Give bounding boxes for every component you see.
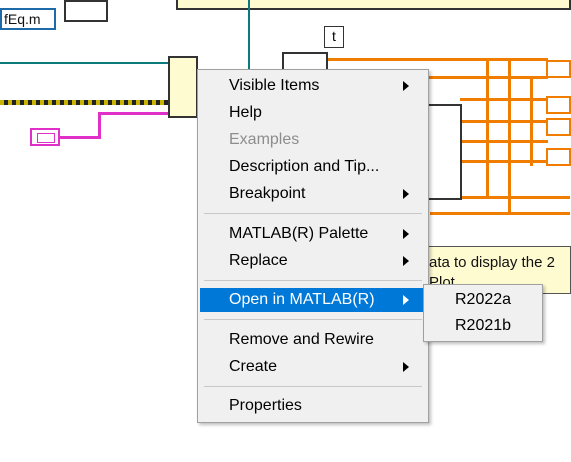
t-terminal-label[interactable]: t: [324, 26, 344, 48]
top-comment-label[interactable]: [176, 0, 571, 10]
menu-item-label: Visible Items: [229, 77, 320, 94]
orange-wire[interactable]: [430, 212, 570, 215]
submenu-item-r2022a[interactable]: R2022a: [426, 288, 540, 312]
context-menu: Visible Items Help Examples Description …: [197, 69, 429, 423]
menu-item-examples[interactable]: Examples: [200, 128, 426, 152]
bundle-node[interactable]: [426, 104, 462, 200]
cluster-wire[interactable]: [0, 100, 170, 105]
submenu-item-r2021b[interactable]: R2021b: [426, 314, 540, 338]
menu-item-breakpoint[interactable]: Breakpoint: [200, 182, 426, 206]
menu-separator: [204, 386, 422, 387]
menu-item-visible-items[interactable]: Visible Items: [200, 74, 426, 98]
submenu-item-label: R2022a: [455, 291, 512, 308]
pink-wire-top[interactable]: [98, 112, 170, 115]
menu-item-properties[interactable]: Properties: [200, 394, 426, 418]
menu-item-label: Properties: [229, 397, 302, 414]
orange-wire-vertical[interactable]: [486, 58, 489, 198]
menu-item-matlab-palette[interactable]: MATLAB(R) Palette: [200, 222, 426, 246]
comment-line-1: ata to display the 2: [429, 254, 555, 271]
matlab-script-node[interactable]: [168, 56, 198, 118]
submenu-arrow-icon: [403, 81, 409, 91]
orange-wire[interactable]: [460, 98, 548, 101]
menu-item-remove-and-rewire[interactable]: Remove and Rewire: [200, 328, 426, 352]
indicator-terminal[interactable]: [546, 118, 571, 136]
menu-item-label: Remove and Rewire: [229, 331, 374, 348]
orange-wire-vertical[interactable]: [530, 76, 533, 166]
menu-item-label: MATLAB(R) Palette: [229, 225, 369, 242]
menu-item-description-and-tip[interactable]: Description and Tip...: [200, 155, 426, 179]
menu-item-label: Description and Tip...: [229, 158, 380, 175]
teal-wire-vertical[interactable]: [248, 0, 250, 76]
indicator-terminal[interactable]: [546, 60, 571, 78]
submenu-item-label: R2021b: [455, 317, 512, 334]
submenu-arrow-icon: [403, 229, 409, 239]
menu-item-label: Replace: [229, 252, 288, 269]
menu-item-label: Examples: [229, 131, 300, 148]
filename-constant[interactable]: fEq.m: [0, 8, 56, 30]
matlab-version-submenu: R2022a R2021b: [423, 284, 543, 342]
pink-constant[interactable]: [30, 128, 60, 146]
menu-item-label: Help: [229, 104, 262, 121]
pink-wire-vertical[interactable]: [98, 112, 101, 139]
orange-wire-vertical[interactable]: [508, 58, 511, 214]
submenu-arrow-icon: [403, 189, 409, 199]
submenu-arrow-icon: [403, 295, 409, 305]
orange-wire[interactable]: [460, 160, 548, 163]
orange-wire[interactable]: [460, 140, 548, 143]
menu-item-replace[interactable]: Replace: [200, 249, 426, 273]
pink-wire[interactable]: [60, 136, 100, 139]
menu-item-label: Breakpoint: [229, 185, 306, 202]
indicator-terminal[interactable]: [546, 148, 571, 166]
indicator-terminal[interactable]: [546, 96, 571, 114]
menu-item-open-in-matlab[interactable]: Open in MATLAB(R): [200, 288, 426, 312]
top-left-node[interactable]: [64, 0, 108, 22]
teal-wire[interactable]: [0, 62, 170, 64]
orange-wire[interactable]: [460, 120, 548, 123]
orange-wire[interactable]: [328, 58, 548, 61]
menu-item-label: Open in MATLAB(R): [229, 291, 375, 308]
menu-item-create[interactable]: Create: [200, 355, 426, 379]
submenu-arrow-icon: [403, 362, 409, 372]
menu-separator: [204, 213, 422, 214]
menu-item-label: Create: [229, 358, 278, 375]
submenu-arrow-icon: [403, 256, 409, 266]
menu-separator: [204, 280, 422, 281]
menu-item-help[interactable]: Help: [200, 101, 426, 125]
menu-separator: [204, 319, 422, 320]
